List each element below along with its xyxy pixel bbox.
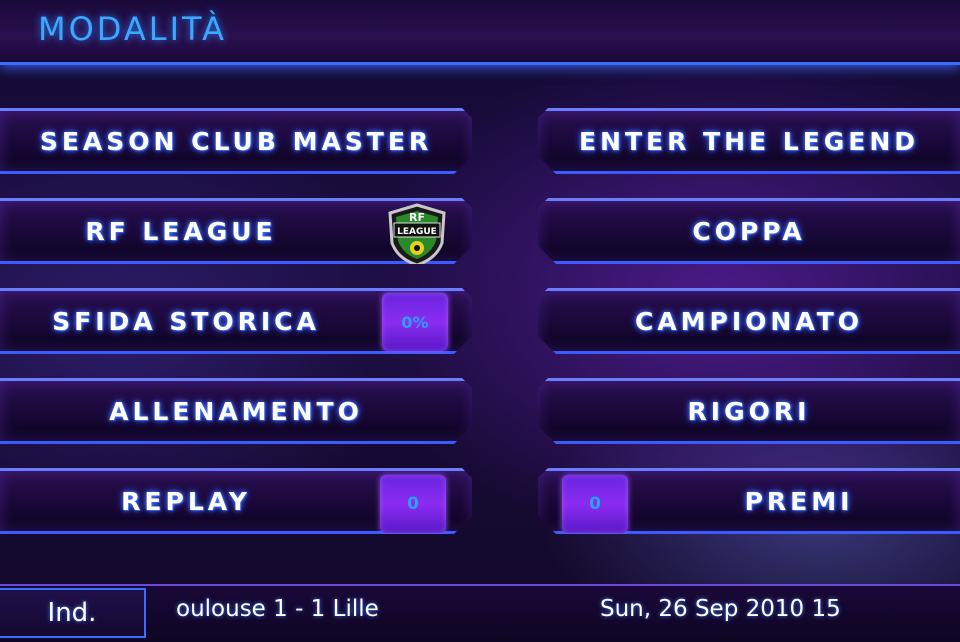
back-button-label: Ind. [47,598,97,628]
enter-the-legend-button[interactable]: ENTER THE LEGEND [538,108,960,174]
rigori-label: RIGORI [687,396,811,426]
allenamento-label: ALLENAMENTO [109,396,363,426]
rigori-button[interactable]: RIGORI [538,378,960,444]
allenamento-button[interactable]: ALLENAMENTO [0,378,472,444]
season-club-master-button[interactable]: SEASON CLUB MASTER [0,108,472,174]
back-button[interactable]: Ind. [0,588,146,638]
premi-count-badge: 0 [562,475,628,533]
rf-league-shield-icon: RF LEAGUE [386,203,448,267]
sfida-storica-button[interactable]: SFIDA STORICA 0% [0,288,472,354]
sfida-storica-progress-badge: 0% [382,293,448,351]
coppa-label: COPPA [692,216,806,246]
page-title: MODALITÀ [38,10,227,48]
replay-count-badge: 0 [380,475,446,533]
logo-text-top: RF [409,211,425,224]
campionato-button[interactable]: CAMPIONATO [538,288,960,354]
rf-league-label: RF LEAGUE [85,216,277,246]
enter-the-legend-label: ENTER THE LEGEND [578,126,920,156]
coppa-button[interactable]: COPPA [538,198,960,264]
premi-label: PREMI [744,486,854,516]
campionato-label: CAMPIONATO [634,306,864,336]
replay-label: REPLAY [121,486,251,516]
rf-league-button[interactable]: RF LEAGUE RF LEAGUE [0,198,472,264]
sfida-storica-label: SFIDA STORICA [52,306,320,336]
premi-button[interactable]: 0 PREMI [538,468,960,534]
replay-button[interactable]: REPLAY 0 [0,468,472,534]
season-club-master-label: SEASON CLUB MASTER [39,126,433,156]
date-display: Sun, 26 Sep 2010 15 [600,596,841,622]
header-bar: MODALITÀ [0,0,960,65]
logo-text-bottom: LEAGUE [397,227,437,237]
results-ticker: oulouse 1 - 1 Lille [176,596,379,622]
